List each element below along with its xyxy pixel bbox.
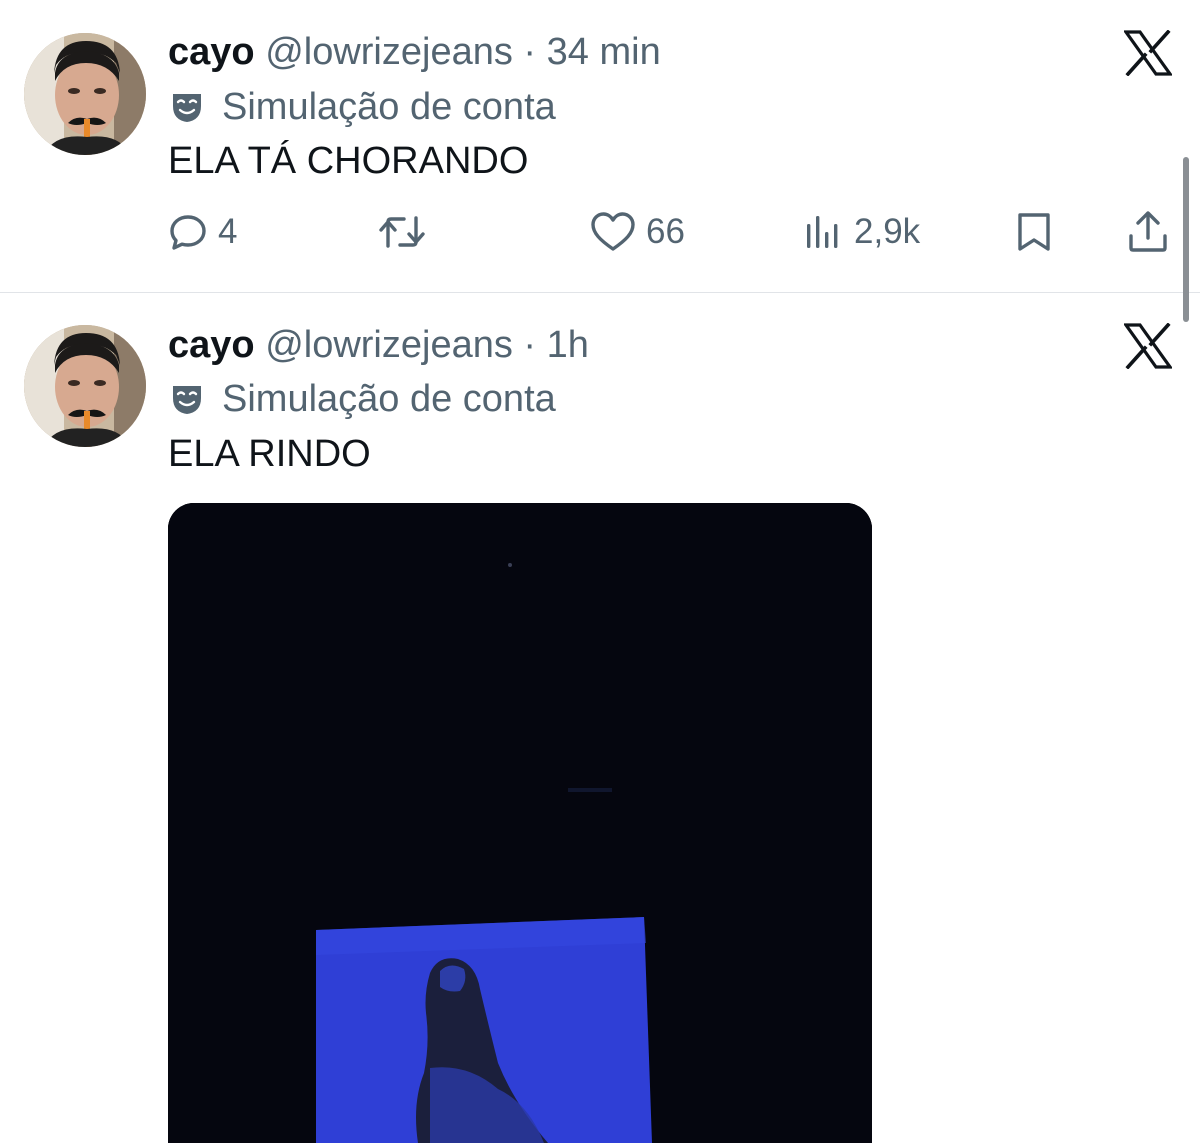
- views-chart-icon: [804, 212, 844, 252]
- theater-masks-icon: [168, 380, 206, 418]
- scrollbar[interactable]: [1183, 157, 1189, 322]
- reply-button[interactable]: 4: [168, 206, 237, 258]
- account-label[interactable]: Simulação de conta: [168, 377, 556, 421]
- tweet-header: cayo @lowrizejeans · 1h: [168, 323, 589, 367]
- tweet-header: cayo @lowrizejeans · 34 min: [168, 30, 661, 74]
- timestamp[interactable]: 1h: [547, 324, 589, 366]
- avatar[interactable]: [24, 33, 146, 155]
- account-label-text: Simulação de conta: [222, 378, 556, 420]
- video-media[interactable]: [168, 503, 872, 1143]
- tweet-text: ELA TÁ CHORANDO: [168, 140, 529, 182]
- x-logo-icon: [1122, 322, 1174, 370]
- user-handle[interactable]: @lowrizejeans: [265, 31, 513, 73]
- retweet-icon: [378, 212, 426, 252]
- tweet[interactable]: cayo @lowrizejeans · 34 min Simulação de…: [0, 0, 1200, 292]
- tweet-text: ELA RINDO: [168, 433, 371, 475]
- share-button[interactable]: [1126, 206, 1170, 258]
- separator-dot: ·: [523, 324, 537, 366]
- retweet-button[interactable]: [378, 206, 426, 258]
- tweet[interactable]: cayo @lowrizejeans · 1h Simulação de con…: [0, 293, 1200, 1143]
- theater-masks-icon: [168, 88, 206, 126]
- heart-icon: [590, 211, 636, 253]
- timestamp[interactable]: 34 min: [547, 31, 661, 73]
- reply-icon: [168, 212, 208, 252]
- account-label-text: Simulação de conta: [222, 86, 556, 128]
- separator-dot: ·: [523, 31, 537, 73]
- display-name[interactable]: cayo: [168, 324, 255, 366]
- bookmark-button[interactable]: [1014, 206, 1054, 258]
- bookmark-icon: [1014, 211, 1054, 253]
- avatar[interactable]: [24, 325, 146, 447]
- share-icon: [1126, 210, 1170, 254]
- like-count: 66: [646, 212, 685, 251]
- views-count: 2,9k: [854, 212, 921, 251]
- reply-count: 4: [218, 212, 238, 251]
- display-name[interactable]: cayo: [168, 31, 255, 73]
- views-button[interactable]: 2,9k: [804, 206, 920, 258]
- x-logo-icon: [1122, 29, 1174, 77]
- like-button[interactable]: 66: [590, 206, 685, 258]
- account-label[interactable]: Simulação de conta: [168, 85, 556, 129]
- user-handle[interactable]: @lowrizejeans: [265, 324, 513, 366]
- action-bar: 4 66 2,9k: [0, 206, 1200, 258]
